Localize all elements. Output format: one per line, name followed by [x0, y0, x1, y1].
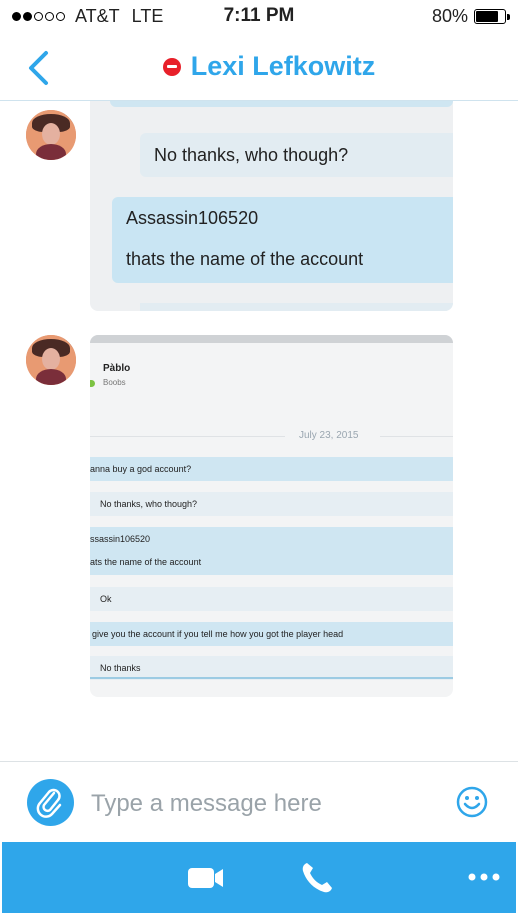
contact-name: Lexi Lefkowitz — [190, 51, 376, 81]
image-attachment[interactable]: No thanks, who though? Assassin106520 th… — [90, 101, 453, 311]
screenshot-bubble: No thanks, who though? — [140, 133, 453, 177]
screenshot-contact-status: Boobs — [103, 378, 126, 387]
screenshot-text: No thanks — [100, 663, 141, 673]
avatar[interactable] — [26, 335, 76, 385]
paperclip-icon — [36, 788, 62, 818]
battery-percent: 80% — [431, 6, 468, 26]
chat-header: Lexi Lefkowitz — [0, 34, 518, 101]
online-status-icon — [90, 380, 95, 387]
battery-fill — [476, 11, 499, 22]
dnd-status-icon — [162, 57, 181, 76]
status-bar: AT&T LTE 7:11 PM 80% — [0, 0, 518, 34]
status-right: 80% — [431, 6, 510, 27]
call-toolbar — [2, 842, 516, 913]
screenshot-text: anna buy a god account? — [90, 464, 192, 474]
video-camera-icon[interactable] — [187, 866, 225, 890]
battery-icon — [474, 9, 510, 24]
screenshot-text: No thanks, who though? — [100, 499, 198, 509]
more-icon[interactable] — [468, 872, 500, 882]
screenshot-text: No thanks, who though? — [154, 145, 349, 165]
smiley-icon[interactable] — [456, 786, 488, 818]
screenshot-text: Ok — [100, 594, 112, 604]
screenshot-text: Assassin106520 — [126, 208, 259, 228]
avatar[interactable] — [26, 110, 76, 160]
phone-icon[interactable] — [299, 860, 335, 896]
attach-button[interactable] — [27, 779, 74, 826]
chat-area[interactable]: No thanks, who though? Assassin106520 th… — [0, 101, 518, 761]
screenshot-text: ats the name of the account — [90, 557, 202, 567]
image-attachment[interactable]: Pàblo Boobs July 23, 2015 anna buy a god… — [90, 335, 453, 697]
title-wrap[interactable]: Lexi Lefkowitz — [0, 51, 518, 82]
screenshot-text: give you the account if you tell me how … — [92, 629, 344, 639]
screenshot-bubble: Assassin106520 thats the name of the acc… — [112, 197, 453, 283]
message-input[interactable]: Type a message here — [91, 790, 322, 818]
screenshot-text: ssassin106520 — [90, 534, 151, 544]
screenshot-text: thats the name of the account — [126, 249, 364, 269]
message-composer: Type a message here — [0, 761, 518, 842]
screenshot-date: July 23, 2015 — [299, 430, 359, 441]
screenshot-contact-name: Pàblo — [103, 363, 131, 374]
